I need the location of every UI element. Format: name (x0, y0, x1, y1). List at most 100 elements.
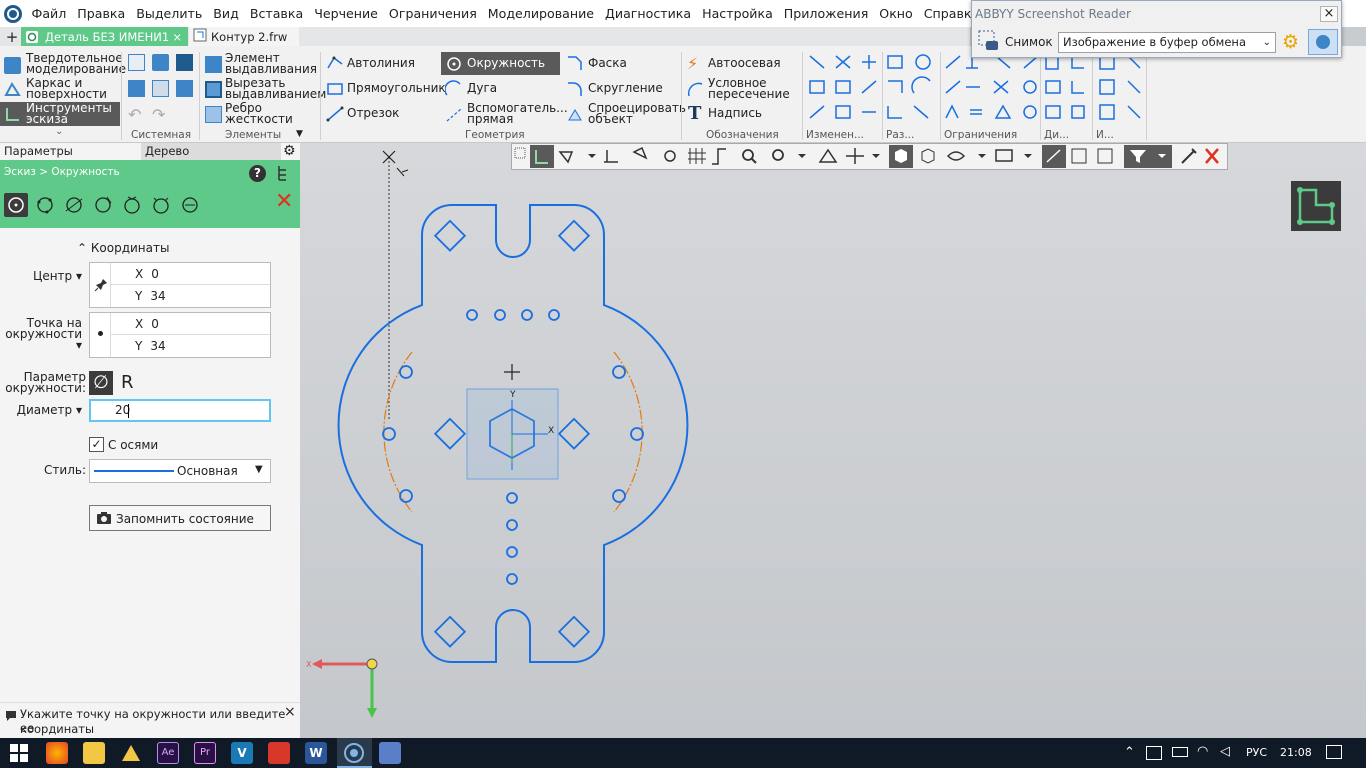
round-hole[interactable] (506, 492, 518, 504)
capture-mode-select[interactable]: Изображение в буфер обмена ⌄ (1058, 32, 1276, 53)
round-hole[interactable] (399, 365, 413, 379)
chamfer-button[interactable]: Фаска (564, 52, 679, 74)
menu-modeling[interactable]: Моделирование (482, 0, 599, 27)
cancel-command-icon[interactable]: ✕ (275, 191, 293, 213)
radius-mode-button[interactable]: R (121, 371, 134, 395)
premiere-icon[interactable]: Pr (194, 742, 216, 764)
circle-three-points-icon[interactable] (35, 195, 55, 218)
axes-checkbox[interactable]: ✓ (89, 437, 104, 452)
save-state-button[interactable]: Запомнить состояние (89, 505, 271, 531)
circle-mode-center-radius[interactable] (4, 193, 28, 217)
cut-extrude-button[interactable]: Вырезать выдавливанием (203, 77, 326, 101)
square-hole[interactable] (433, 417, 467, 450)
round-hole[interactable] (399, 489, 413, 503)
menu-applications[interactable]: Приложения (778, 0, 874, 27)
circle-tangent-curve-icon[interactable] (64, 195, 84, 218)
clock[interactable]: 21:08 (1280, 746, 1312, 759)
round-hole[interactable] (466, 309, 478, 321)
view-toolbar-icons[interactable] (512, 144, 1227, 169)
circle-tangent-two-icon[interactable] (93, 195, 113, 218)
mode-solid[interactable]: Твердотельное моделирование (0, 52, 126, 76)
round-hole[interactable] (630, 427, 644, 441)
auto-axis-button[interactable]: ⚡ Автоосевая (685, 52, 801, 74)
center-x-field[interactable]: X0 (110, 263, 270, 285)
menu-select[interactable]: Выделить (131, 0, 208, 27)
export-icon[interactable] (176, 80, 193, 97)
square-hole[interactable] (557, 417, 591, 450)
panel-settings-gear-icon[interactable]: ⚙ (283, 143, 296, 159)
screenshot-camera-icon[interactable] (978, 30, 1000, 55)
file-explorer-icon[interactable] (83, 742, 105, 764)
diameter-mode-button[interactable]: ∅ (89, 371, 113, 395)
menu-view[interactable]: Вид (208, 0, 245, 27)
cond-intersection-button[interactable]: Условное пересечение (685, 77, 801, 101)
notifications-icon[interactable] (1326, 745, 1342, 759)
circle-two-points-icon[interactable] (180, 195, 200, 218)
settings-gear-icon[interactable]: ⚙ (1282, 31, 1299, 53)
help-icon[interactable]: ? (249, 165, 266, 182)
point-y-field[interactable]: Y 34 (110, 335, 270, 357)
vegas-icon[interactable]: V (231, 742, 253, 764)
fillet-button[interactable]: Скругление (564, 77, 679, 99)
menu-settings[interactable]: Настройка (697, 0, 779, 27)
round-hole[interactable] (494, 309, 506, 321)
rib-button[interactable]: Ребро жесткости (203, 102, 318, 126)
tool-icon-grid[interactable] (806, 52, 1146, 128)
abbyy-close-button[interactable]: × (1320, 6, 1338, 22)
graphics-viewport[interactable]: Y X X (300, 143, 1366, 738)
tree-toggle-icon[interactable] (276, 164, 290, 185)
rectangle-button[interactable]: Прямоугольник (324, 77, 446, 99)
tray-expand-icon[interactable]: ⌃ (1124, 745, 1135, 760)
kompas-taskbar-button[interactable] (337, 738, 372, 768)
battery-icon[interactable] (1172, 747, 1188, 757)
square-hole[interactable] (557, 219, 591, 252)
round-hole[interactable] (521, 309, 533, 321)
save-icon[interactable] (176, 54, 193, 71)
menu-window[interactable]: Окно (874, 0, 918, 27)
status-close-icon[interactable]: × (284, 704, 296, 720)
abbyy-taskbar-icon[interactable] (379, 742, 401, 764)
autoline-button[interactable]: Автолиния (324, 52, 439, 74)
menu-insert[interactable]: Вставка (244, 0, 308, 27)
menu-edit[interactable]: Правка (72, 0, 131, 27)
word-icon[interactable]: W (305, 742, 327, 764)
round-hole[interactable] (382, 427, 396, 441)
diameter-label[interactable]: Диаметр ▾ (0, 403, 82, 417)
mode-sketch-tools[interactable]: Инструменты эскиза (0, 102, 120, 126)
tab-part[interactable]: Деталь БЕЗ ИМЕНИ1 × (21, 27, 188, 46)
pin-icon[interactable] (94, 278, 108, 295)
project-button[interactable]: Спроецировать объект (564, 102, 686, 126)
segment-button[interactable]: Отрезок (324, 102, 439, 124)
language-indicator[interactable]: РУС (1246, 746, 1267, 759)
line-style-select[interactable]: Основная ▼ (89, 459, 271, 483)
coordinates-section-header[interactable]: ⌃ Координаты (77, 241, 169, 255)
firefox-icon[interactable] (46, 742, 68, 764)
circle-tangent-three-icon[interactable] (122, 195, 142, 218)
undo-icon[interactable]: ↶ (128, 105, 141, 124)
center-label[interactable]: Центр ▾ (0, 269, 82, 283)
tab-parameters[interactable]: Параметры (0, 143, 140, 160)
arc-button[interactable]: Дуга (441, 77, 560, 99)
kompas-logo-icon[interactable] (0, 1, 26, 27)
inscription-button[interactable]: T Надпись (685, 102, 801, 124)
circle-button[interactable]: Окружность (441, 52, 560, 75)
diameter-input[interactable]: 20 (89, 399, 271, 422)
print-icon[interactable] (128, 80, 145, 97)
menu-file[interactable]: Файл (26, 0, 72, 27)
tab-close-icon[interactable]: × (172, 30, 182, 44)
menu-constraints[interactable]: Ограничения (383, 0, 482, 27)
dropdown-arrow-icon[interactable]: ▼ (296, 129, 303, 139)
round-hole[interactable] (506, 573, 518, 585)
new-document-icon[interactable] (128, 54, 145, 71)
round-hole[interactable] (506, 546, 518, 558)
wifi-icon[interactable]: ◠ (1197, 744, 1208, 759)
warning-app-icon[interactable] (120, 742, 142, 764)
open-folder-icon[interactable] (152, 54, 169, 71)
square-hole[interactable] (557, 615, 591, 648)
after-effects-icon[interactable]: Ae (157, 742, 179, 764)
square-hole[interactable] (433, 219, 467, 252)
abbyy-capture-button[interactable] (1308, 29, 1338, 55)
redo-icon[interactable]: ↷ (152, 105, 165, 124)
point-on-circle-label[interactable]: Точка на окружности ▾ (0, 317, 82, 351)
menu-drawing[interactable]: Черчение (309, 0, 384, 27)
